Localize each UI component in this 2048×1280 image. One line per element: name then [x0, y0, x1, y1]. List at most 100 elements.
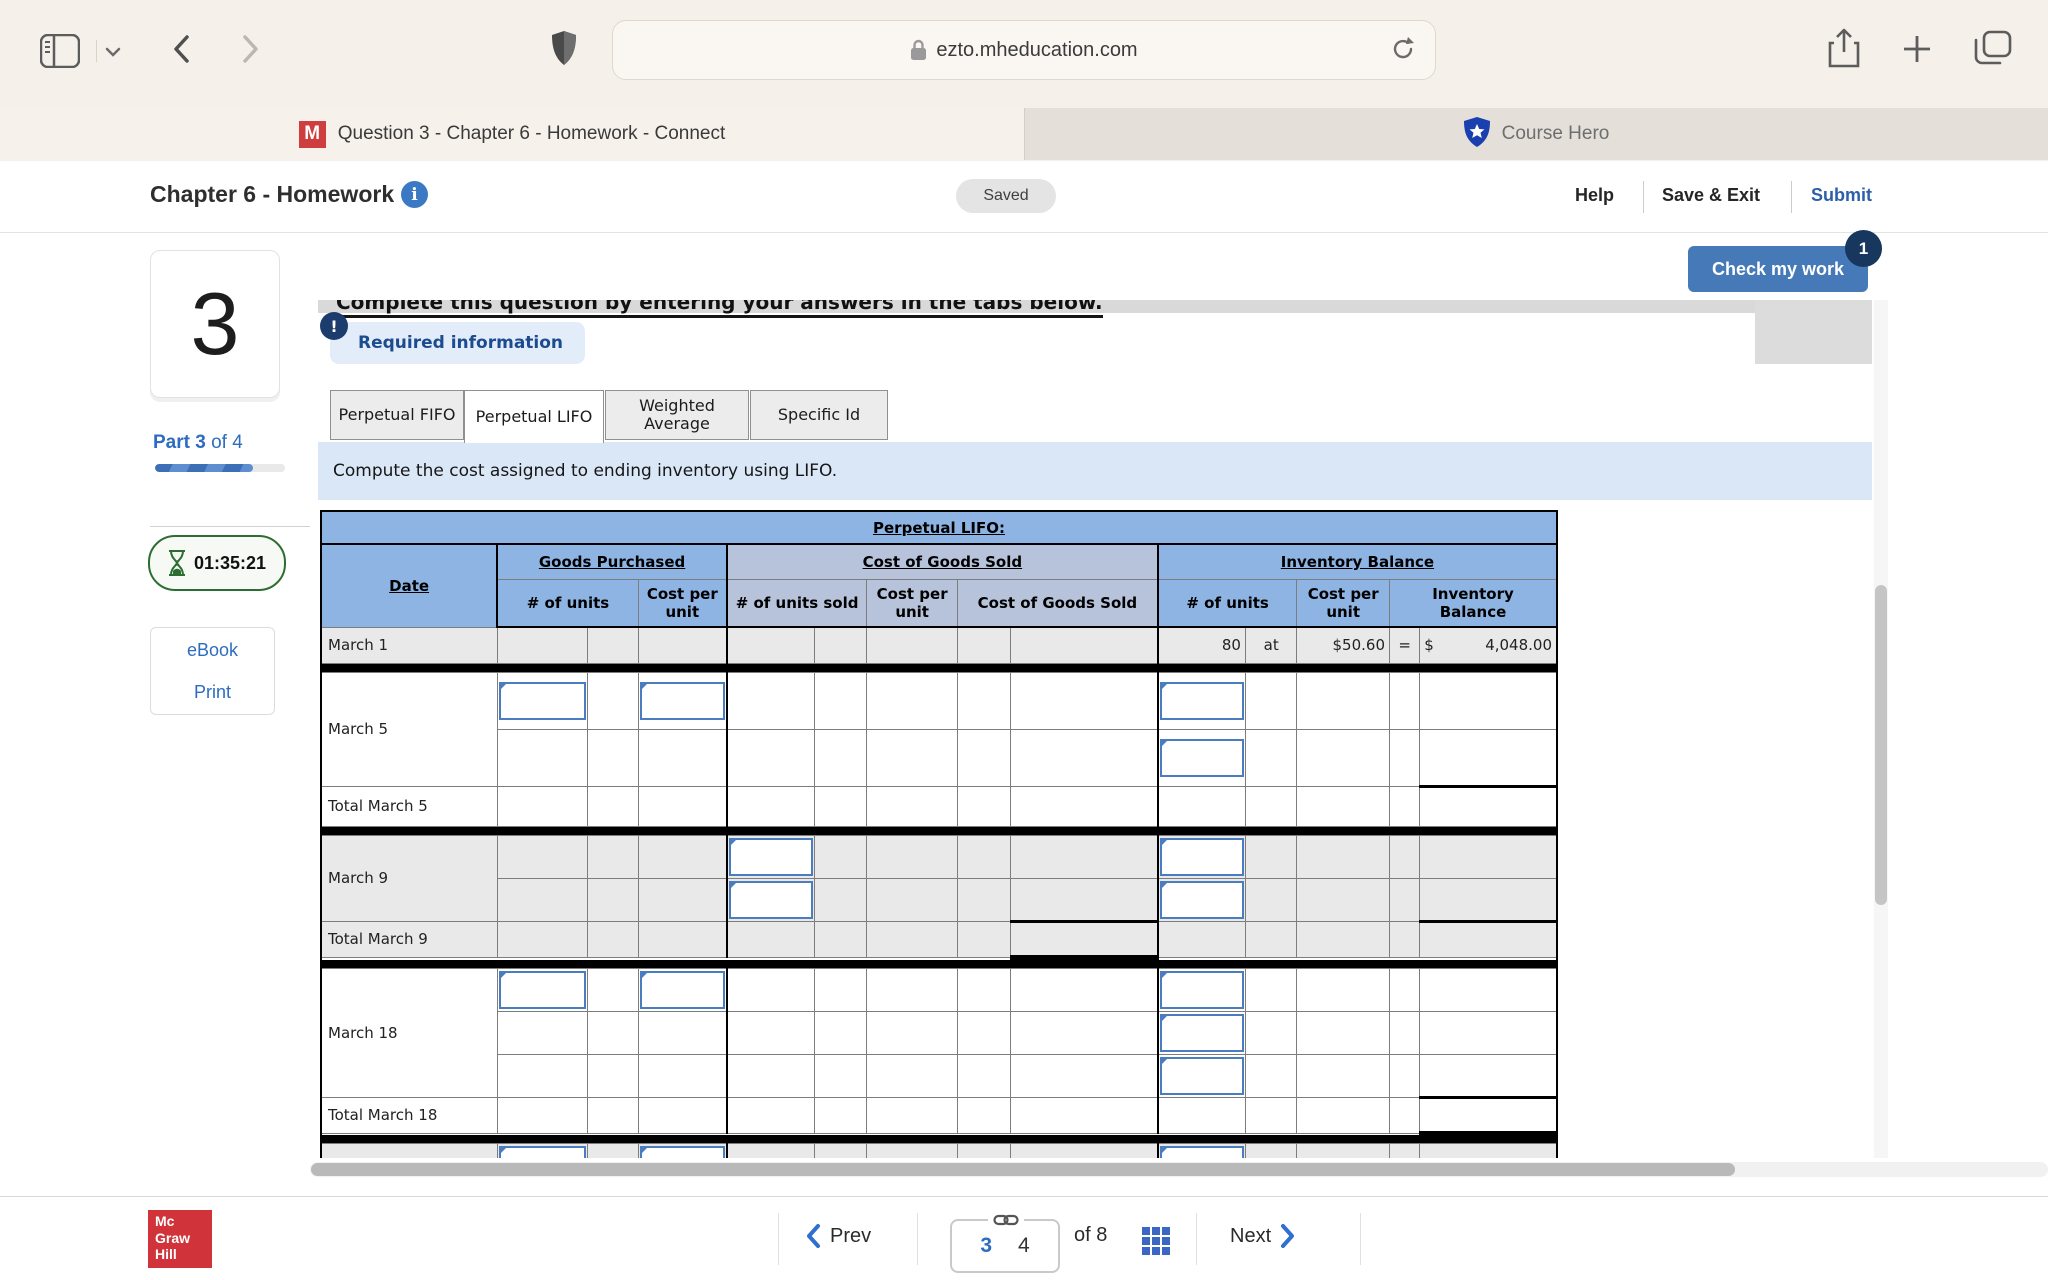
table-row — [321, 1011, 1557, 1054]
date-cell: March 18 — [321, 968, 497, 1097]
lifo-table: Perpetual LIFO: Date Goods Purchased Cos… — [320, 510, 1558, 1158]
page-linked: 4 — [1018, 1234, 1030, 1258]
col-ib-units: # of units — [1158, 579, 1297, 627]
block-separator — [321, 826, 1557, 835]
answer-input[interactable] — [640, 971, 725, 1009]
mcgraw-hill-logo: Mc Graw Hill — [148, 1210, 212, 1268]
answer-input[interactable] — [1160, 838, 1244, 876]
check-my-work-button[interactable]: Check my work — [1688, 246, 1868, 292]
page-count: of 8 — [1074, 1224, 1107, 1247]
browser-tab-course-hero[interactable]: Course Hero — [1025, 108, 2048, 160]
new-tab-icon[interactable] — [1902, 34, 1932, 69]
answer-input[interactable] — [1160, 739, 1244, 777]
screen: ezto.mheducation.com M Question 3 - Chap… — [0, 0, 2048, 1280]
browser-tab-connect[interactable]: M Question 3 - Chapter 6 - Homework - Co… — [0, 108, 1025, 160]
rail-divider — [150, 526, 310, 527]
next-label: Next — [1230, 1225, 1271, 1248]
browser-toolbar: ezto.mheducation.com — [0, 0, 2048, 108]
part-progress-bar — [155, 464, 285, 472]
date-cell: March 9 — [321, 835, 497, 921]
sidebar-toggle-icon[interactable] — [40, 34, 80, 73]
table-row — [321, 878, 1557, 921]
forward-icon[interactable] — [242, 34, 260, 69]
date-cell: March 25 — [321, 1144, 497, 1159]
scroll-clipped-block — [1755, 300, 1872, 364]
page-header: Chapter 6 - Homework i Saved Help Save &… — [0, 161, 2048, 233]
tab-perpetual-fifo[interactable]: Perpetual FIFO — [330, 390, 464, 440]
block-separator — [321, 957, 1557, 968]
answer-input[interactable] — [499, 971, 587, 1009]
tab-title: Course Hero — [1502, 123, 1610, 145]
help-button[interactable]: Help — [1575, 185, 1614, 206]
saved-status: Saved — [956, 179, 1056, 213]
tabs-overview-icon[interactable] — [1974, 30, 2012, 71]
col-inventory-balance: Inventory Balance — [1158, 544, 1557, 579]
col-cogs-cost: Cost per unit — [867, 579, 958, 627]
vertical-scrollbar-thumb[interactable] — [1875, 585, 1887, 905]
block-separator — [321, 663, 1557, 672]
logo-line: Hill — [155, 1246, 212, 1263]
share-icon[interactable] — [1828, 28, 1860, 73]
tab-weighted-average[interactable]: Weighted Average — [605, 390, 749, 440]
table-row: Total March 9 — [321, 921, 1557, 957]
course-hero-favicon — [1464, 117, 1490, 152]
chevron-down-icon[interactable] — [105, 44, 121, 62]
equals-label: = — [1390, 627, 1420, 663]
print-button[interactable]: Print — [150, 670, 275, 715]
col-goods-purchased: Goods Purchased — [497, 544, 727, 579]
page-title: Chapter 6 - Homework — [150, 181, 394, 208]
footer-divider — [1360, 1213, 1361, 1265]
prev-button[interactable]: Prev — [806, 1224, 871, 1248]
footer-bar: Mc Graw Hill Prev 3 4 of 8 Next — [0, 1196, 2048, 1280]
answer-input[interactable] — [1160, 971, 1244, 1009]
answer-input[interactable] — [1160, 1146, 1244, 1158]
table-row: March 25 — [321, 1144, 1557, 1159]
answer-input[interactable] — [640, 1146, 725, 1158]
prev-label: Prev — [830, 1225, 871, 1248]
horizontal-scrollbar-thumb[interactable] — [311, 1163, 1735, 1176]
part-rest: of 4 — [206, 432, 243, 453]
reload-icon[interactable] — [1389, 35, 1417, 68]
timer-value: 01:35:21 — [194, 553, 266, 574]
privacy-shield-icon[interactable] — [551, 30, 577, 71]
back-icon[interactable] — [172, 34, 190, 69]
address-bar[interactable]: ezto.mheducation.com — [612, 20, 1436, 80]
table-row: March 18 — [321, 968, 1557, 1011]
prompt-banner: Compute the cost assigned to ending inve… — [318, 442, 1872, 500]
lock-icon — [910, 39, 927, 61]
tab-specific-id[interactable]: Specific Id — [750, 390, 888, 440]
answer-input[interactable] — [640, 682, 725, 720]
save-exit-button[interactable]: Save & Exit — [1662, 185, 1760, 206]
answer-input[interactable] — [1160, 881, 1244, 919]
submit-button[interactable]: Submit — [1811, 185, 1872, 206]
answer-input[interactable] — [729, 881, 813, 919]
part-progress-fill — [155, 464, 253, 472]
answer-input[interactable] — [1160, 682, 1244, 720]
answer-input[interactable] — [1160, 1014, 1244, 1052]
ebook-button[interactable]: eBook — [150, 627, 275, 673]
table-row: Total March 5 — [321, 786, 1557, 826]
col-cogs: Cost of Goods Sold — [727, 544, 1158, 579]
currency-sign: $ — [1424, 636, 1434, 654]
hourglass-icon — [168, 550, 186, 576]
of-total-label: of 8 — [1074, 1224, 1107, 1247]
answer-input[interactable] — [729, 838, 813, 876]
at-label: at — [1245, 627, 1296, 663]
answer-input[interactable] — [499, 682, 587, 720]
ib-balance-cell: $4,048.00 — [1420, 627, 1557, 663]
answer-input[interactable] — [1160, 1057, 1244, 1095]
header-divider — [1791, 181, 1792, 213]
prompt-text: Compute the cost assigned to ending inve… — [333, 461, 837, 481]
question-map-icon[interactable] — [1142, 1227, 1170, 1255]
page-current: 3 — [980, 1234, 992, 1258]
next-button[interactable]: Next — [1230, 1224, 1295, 1248]
page-number-box[interactable]: 3 4 — [950, 1219, 1060, 1273]
required-info-badge: Required information — [330, 322, 585, 364]
ib-units-value: 80 — [1158, 627, 1246, 663]
info-icon[interactable]: i — [401, 181, 428, 208]
tab-perpetual-lifo[interactable]: Perpetual LIFO — [464, 390, 604, 443]
col-gp-cost: Cost per unit — [638, 579, 727, 627]
footer-divider — [917, 1213, 918, 1265]
next-chevron-icon — [1281, 1224, 1295, 1248]
answer-input[interactable] — [499, 1146, 587, 1158]
